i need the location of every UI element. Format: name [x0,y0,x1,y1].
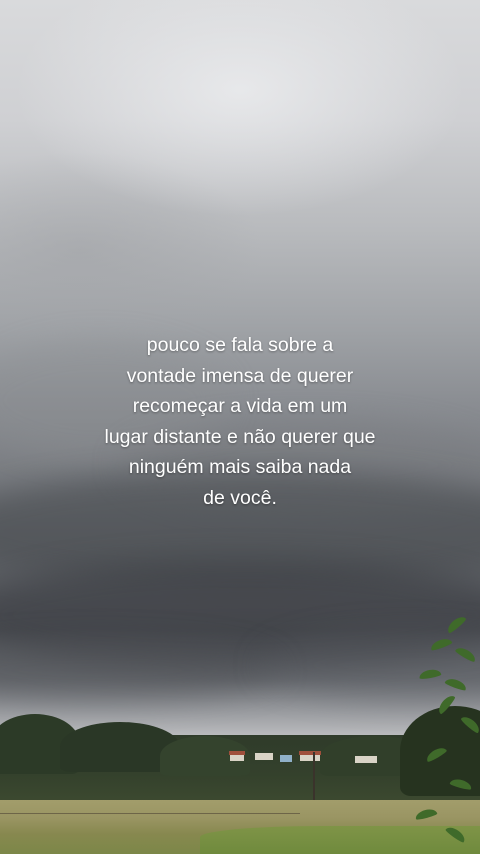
photo-scene: pouco se fala sobre a vontade imensa de … [0,0,480,854]
overlay-caption: pouco se fala sobre a vontade imensa de … [40,330,440,513]
fence-line [0,813,300,814]
caption-line: recomeçar a vida em um [132,395,348,417]
caption-line: de você. [203,486,277,509]
caption-line: lugar distante e não querer que [104,425,376,448]
caption-line: ninguém mais saiba nada [128,456,352,478]
caption-line: vontade imensa de querer [126,364,354,387]
distant-houses [225,748,385,763]
caption-line: pouco se fala sobre a [146,334,334,356]
foreground-leaves [405,600,480,854]
